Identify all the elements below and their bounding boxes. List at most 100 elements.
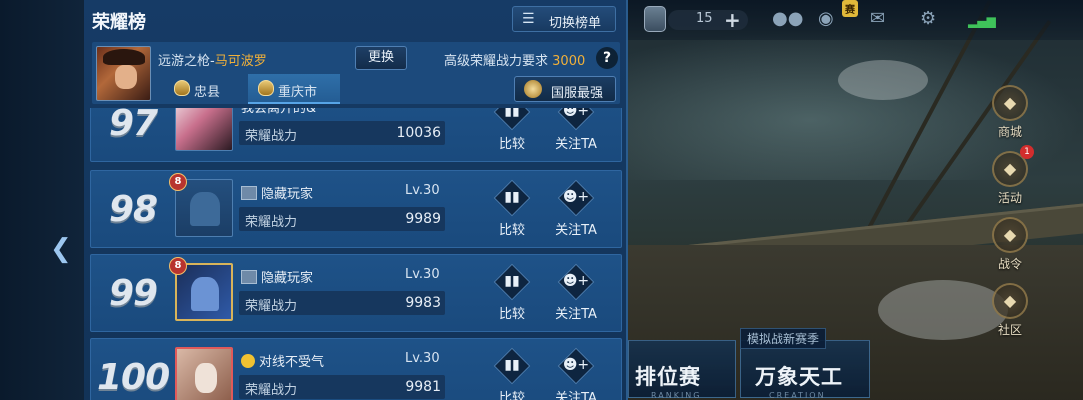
add-currency-button[interactable]: +	[724, 8, 741, 32]
battlepass-icon: ◆	[992, 217, 1028, 253]
tier-badge: 8	[169, 257, 187, 275]
tier-badge: 8	[169, 173, 187, 191]
player-avatar[interactable]	[175, 108, 233, 151]
follow-button[interactable]: ☻+ 关注TA	[551, 347, 601, 400]
follow-label: 关注TA	[555, 223, 597, 238]
back-chevron-icon[interactable]: ❮	[50, 234, 72, 264]
leaderboard-row[interactable]: 98 8 隐藏玩家 Lv.30 荣耀战力 9989 ▮▮ 比较 ☻+ 关注TA	[90, 170, 622, 248]
compare-label: 比较	[498, 391, 525, 400]
power-label: 荣耀战力	[245, 129, 298, 144]
compare-button[interactable]: ▮▮ 比较	[487, 108, 537, 153]
national-best-label: 国服最强	[551, 86, 604, 101]
power-value: 9983	[405, 295, 441, 311]
side-menu-label: 社区	[997, 323, 1022, 337]
help-icon[interactable]: ?	[596, 47, 618, 69]
side-menu-item[interactable]: ◆ 社区	[980, 283, 1040, 349]
left-rail: ❮	[0, 0, 84, 400]
switch-board-label: 切换榜单	[549, 16, 602, 31]
change-hero-button[interactable]: 更换	[355, 46, 407, 70]
national-best-button[interactable]: 国服最强	[514, 76, 616, 102]
power-value: 9981	[405, 379, 441, 395]
friends-icon[interactable]: ●●	[772, 8, 803, 29]
player-name: 对线不受气	[241, 351, 324, 370]
hero-portrait	[96, 46, 151, 101]
eye-icon[interactable]: ◉	[818, 8, 834, 29]
leaderboard-row[interactable]: 99 8 隐藏玩家 Lv.30 荣耀战力 9983 ▮▮ 比较 ☻+ 关注TA	[90, 254, 622, 332]
switch-board-button[interactable]: ☰ 切换榜单	[512, 6, 616, 32]
compare-label: 比较	[498, 223, 525, 238]
match-badge: 赛	[842, 0, 858, 17]
leaderboard-list[interactable]: 97 我会离开的&Lv.30 荣耀战力 10036 ▮▮比较 ☻+关注TA 98 8 隐藏玩家 L…	[90, 108, 622, 400]
rank-number: 98	[108, 189, 158, 230]
gold-badge-icon	[241, 354, 255, 368]
follow-button[interactable]: ☻+ 关注TA	[551, 179, 601, 239]
power-value: 10036	[396, 125, 441, 141]
lobby-side-menu: ◆ 商城 ◆ 1 活动 ◆ 战令 ◆ 社区	[980, 85, 1040, 349]
hidden-flag-icon	[241, 270, 257, 284]
game-mode-row: 排位赛 RANKING 万象天工 CREATION 模拟战新赛季	[628, 328, 928, 400]
hidden-flag-icon	[241, 186, 257, 200]
follow-button[interactable]: ☻+ 关注TA	[551, 263, 601, 323]
player-name: 隐藏玩家	[241, 267, 313, 286]
shop-icon: ◆	[992, 85, 1028, 121]
power-label: 荣耀战力	[245, 299, 298, 314]
compare-button[interactable]: ▮▮ 比较	[487, 179, 537, 239]
follow-label: 关注TA	[555, 307, 597, 322]
side-menu-label: 商城	[997, 125, 1022, 139]
list-icon: ☰	[522, 11, 535, 27]
power-bar: 荣耀战力 9983	[239, 291, 445, 315]
game-screen: 15 + ●● ◉ 赛 ✉ ⚙ ▂▄▆ ◆ 商城 ◆ 1 活动 ◆ 战令 ◆ 社区 排位赛 RA…	[0, 0, 1083, 400]
power-bar: 荣耀战力 10036	[239, 121, 445, 145]
side-menu-label: 战令	[997, 257, 1022, 271]
power-requirement: 高级荣耀战力要求 3000	[444, 54, 586, 69]
player-name: 我会离开的&	[241, 108, 317, 116]
top-status-bar: 15 + ●● ◉ 赛 ✉ ⚙ ▂▄▆	[628, 0, 1083, 40]
follow-label: 关注TA	[555, 391, 597, 400]
region-tab-label: 重庆市	[278, 85, 318, 100]
medal-icon	[258, 80, 274, 96]
token-icon	[644, 6, 666, 32]
player-level: Lv.30	[405, 267, 440, 282]
side-menu-item[interactable]: ◆ 1 活动	[980, 145, 1040, 217]
honor-leaderboard-panel: 荣耀榜 ☰ 切换榜单 远游之枪-马可波罗 更换 高级荣耀战力要求 3000 ? …	[84, 0, 628, 400]
compare-button[interactable]: ▮▮ 比较	[487, 263, 537, 323]
player-name: 隐藏玩家	[241, 183, 313, 202]
medal-icon	[174, 80, 190, 96]
gear-icon[interactable]: ⚙	[920, 8, 936, 29]
wanxiang-mode-subtitle: CREATION	[769, 391, 826, 400]
crest-icon	[524, 80, 542, 98]
hero-name: 远游之枪-马可波罗	[158, 54, 267, 69]
hero-info-box: 远游之枪-马可波罗 更换 高级荣耀战力要求 3000 ? 忠县 重庆市 国服最强	[92, 42, 620, 104]
player-avatar[interactable]	[175, 347, 233, 400]
region-tab-label: 忠县	[194, 85, 221, 100]
compare-label: 比较	[498, 137, 525, 152]
mail-icon[interactable]: ✉	[870, 8, 885, 29]
power-value: 9989	[405, 211, 441, 227]
region-tab-county[interactable]: 忠县	[164, 74, 240, 104]
leaderboard-row[interactable]: 100 对线不受气 Lv.30 荣耀战力 9981 ▮▮ 比较 ☻+ 关注TA	[90, 338, 622, 400]
side-menu-item[interactable]: ◆ 商城	[980, 85, 1040, 151]
ranked-mode-subtitle: RANKING	[651, 391, 702, 400]
follow-button[interactable]: ☻+ 关注TA	[551, 108, 601, 153]
community-icon: ◆	[992, 283, 1028, 319]
wanxiang-mode-title: 万象天工	[755, 365, 843, 389]
player-level: Lv.30	[405, 351, 440, 366]
ranked-mode-title: 排位赛	[635, 365, 701, 389]
leaderboard-row[interactable]: 97 我会离开的&Lv.30 荣耀战力 10036 ▮▮比较 ☻+关注TA	[90, 108, 622, 162]
new-season-tag: 模拟战新赛季	[740, 328, 827, 349]
power-label: 荣耀战力	[245, 215, 298, 230]
ranked-mode-card[interactable]: 排位赛 RANKING	[628, 340, 736, 400]
side-menu-label: 活动	[997, 191, 1022, 205]
currency-count: 15	[696, 11, 713, 26]
rank-number: 97	[108, 108, 158, 144]
side-menu-item[interactable]: ◆ 战令	[980, 217, 1040, 283]
signal-icon: ▂▄▆	[968, 14, 996, 28]
compare-label: 比较	[498, 307, 525, 322]
power-bar: 荣耀战力 9989	[239, 207, 445, 231]
rank-number: 100	[97, 357, 170, 398]
region-tab-city[interactable]: 重庆市	[248, 74, 340, 104]
rank-number: 99	[108, 273, 158, 314]
power-label: 荣耀战力	[245, 383, 298, 398]
compare-button[interactable]: ▮▮ 比较	[487, 347, 537, 400]
follow-label: 关注TA	[555, 137, 597, 152]
